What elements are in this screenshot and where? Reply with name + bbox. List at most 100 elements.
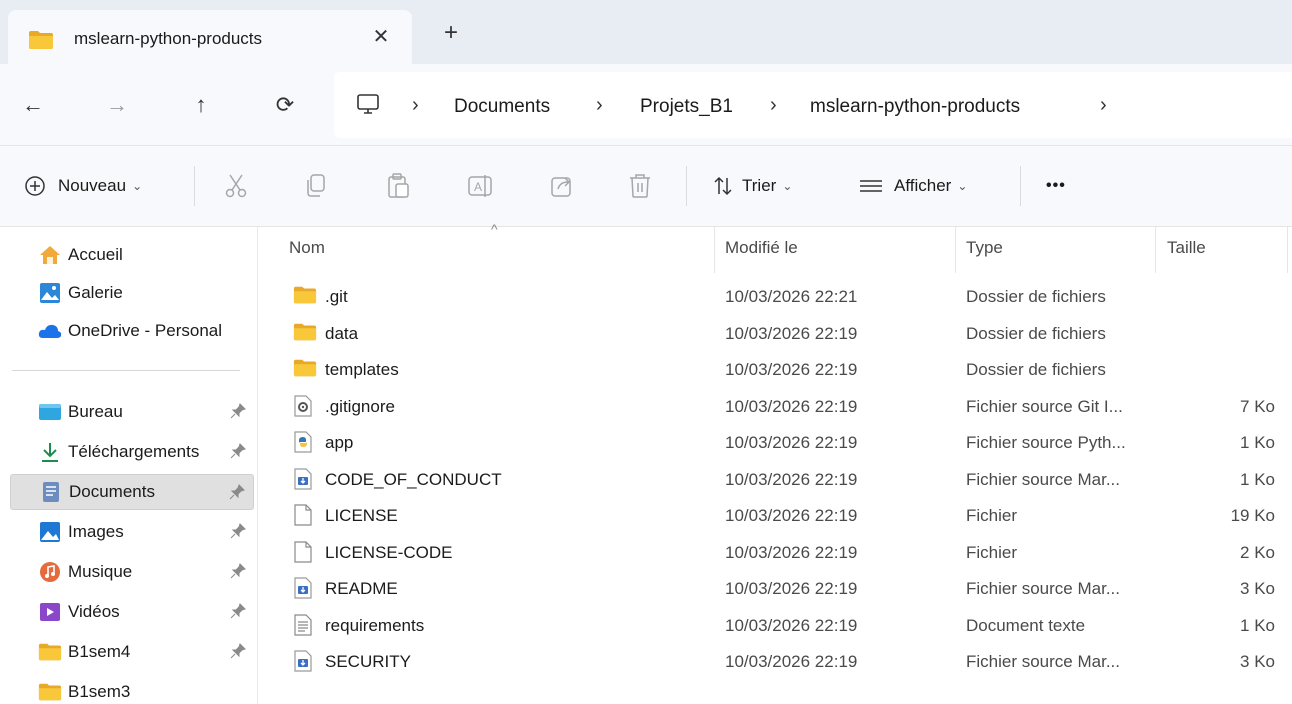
- videos-icon: [38, 600, 62, 624]
- pin-icon[interactable]: [230, 443, 246, 459]
- this-pc-icon: [357, 94, 379, 114]
- back-button[interactable]: ←: [18, 90, 48, 120]
- sidebar-item-bureau[interactable]: Bureau: [10, 394, 254, 430]
- file-size: 2 Ko: [1240, 542, 1275, 562]
- view-icon: [860, 180, 882, 192]
- file-type: Fichier source Mar...: [966, 579, 1120, 598]
- divider: [12, 370, 240, 371]
- pin-icon[interactable]: [230, 563, 246, 579]
- command-bar: Nouveau ⌄ A Trier ⌄ Afficher ⌄ •••: [0, 146, 1292, 226]
- sidebar-item-onedrive[interactable]: OneDrive - Personal: [10, 313, 254, 349]
- table-row[interactable]: .git 10/03/2026 22:21 Dossier de fichiers: [259, 279, 1292, 315]
- file-type: Dossier de fichiers: [966, 287, 1106, 306]
- forward-button[interactable]: →: [102, 90, 132, 120]
- copy-icon[interactable]: [302, 172, 330, 200]
- sidebar-item-galerie[interactable]: Galerie: [10, 275, 254, 311]
- column-divider[interactable]: [1287, 227, 1288, 273]
- column-header-type[interactable]: Type: [966, 238, 1003, 258]
- divider: [1020, 166, 1021, 206]
- new-button[interactable]: Nouveau ⌄: [24, 170, 142, 202]
- pin-icon[interactable]: [230, 603, 246, 619]
- breadcrumb-documents[interactable]: Documents: [454, 96, 550, 118]
- chevron-down-icon: ⌄: [957, 179, 968, 193]
- column-divider[interactable]: [714, 227, 715, 273]
- file-size: 3 Ko: [1240, 579, 1275, 598]
- paste-icon[interactable]: [384, 172, 412, 200]
- file-size: 1 Ko: [1240, 433, 1275, 452]
- pin-icon[interactable]: [230, 643, 246, 659]
- cut-icon[interactable]: [222, 172, 250, 200]
- sidebar-item-accueil[interactable]: Accueil: [10, 237, 254, 273]
- sidebar-item-b1sem3[interactable]: B1sem3: [10, 674, 254, 704]
- file-name: .gitignore: [325, 396, 395, 416]
- column-header-modified[interactable]: Modifié le: [725, 238, 798, 258]
- table-row[interactable]: data 10/03/2026 22:19 Dossier de fichiers: [259, 316, 1292, 352]
- folder-icon: [293, 322, 317, 346]
- up-button[interactable]: ↑: [186, 90, 216, 120]
- delete-icon[interactable]: [626, 172, 654, 200]
- table-row[interactable]: LICENSE-CODE 10/03/2026 22:19 Fichier 2 Ko: [259, 535, 1292, 571]
- file-name: LICENSE-CODE: [325, 542, 453, 562]
- chevron-down-icon: ⌄: [782, 179, 793, 193]
- navigation-bar: ← → ↑ ⟳ › Documents › Projets_B1 › mslea…: [0, 64, 1292, 146]
- file-name: app: [325, 433, 354, 452]
- file-size: 3 Ko: [1240, 652, 1275, 671]
- view-button[interactable]: Afficher ⌄: [858, 170, 967, 202]
- python-file-icon: [293, 431, 317, 455]
- table-row[interactable]: SECURITY 10/03/2026 22:19 Fichier source M…: [259, 644, 1292, 680]
- file-name: data: [325, 323, 359, 343]
- new-tab-button[interactable]: +: [436, 20, 466, 50]
- file-modified: 10/03/2026 22:19: [725, 506, 858, 525]
- table-row[interactable]: app 10/03/2026 22:19 Fichier source Pyth..…: [259, 425, 1292, 461]
- breadcrumb-separator: ›: [1100, 94, 1107, 116]
- pin-icon[interactable]: [230, 523, 246, 539]
- column-header-size[interactable]: Taille: [1167, 238, 1206, 258]
- sidebar-item-musique[interactable]: Musique: [10, 554, 254, 590]
- table-row[interactable]: LICENSE 10/03/2026 22:19 Fichier 19 Ko: [259, 498, 1292, 534]
- sidebar-item-documents[interactable]: Documents: [10, 474, 254, 510]
- close-tab-icon[interactable]: ✕: [368, 24, 394, 50]
- sort-button[interactable]: Trier ⌄: [712, 170, 792, 202]
- column-divider[interactable]: [955, 227, 956, 273]
- download-icon: [38, 440, 62, 464]
- refresh-button[interactable]: ⟳: [270, 90, 300, 120]
- file-size: 1 Ko: [1240, 469, 1275, 489]
- chevron-down-icon: ⌄: [132, 179, 143, 193]
- file-modified: 10/03/2026 22:19: [725, 396, 858, 416]
- sidebar-item-images[interactable]: Images: [10, 514, 254, 550]
- file-type: Document texte: [966, 615, 1086, 635]
- table-row[interactable]: .gitignore 10/03/2026 22:19 Fichier source…: [259, 389, 1292, 425]
- file-name: .git: [325, 287, 348, 306]
- address-bar[interactable]: › Documents › Projets_B1 › mslearn-pytho…: [334, 72, 1292, 138]
- sidebar-item-videos[interactable]: Vidéos: [10, 594, 254, 630]
- breadcrumb-projets-b1[interactable]: Projets_B1: [640, 96, 733, 118]
- sort-ascending-icon: ^: [491, 221, 498, 237]
- breadcrumb-separator: ›: [770, 94, 777, 116]
- column-divider[interactable]: [1155, 227, 1156, 273]
- more-options-button[interactable]: •••: [1046, 170, 1066, 202]
- pin-icon[interactable]: [230, 403, 246, 419]
- table-row[interactable]: templates 10/03/2026 22:19 Dossier de fich…: [259, 352, 1292, 388]
- table-row[interactable]: README 10/03/2026 22:19 Fichier source Mar…: [259, 571, 1292, 607]
- tab-active[interactable]: mslearn-python-products ✕: [8, 10, 412, 64]
- sidebar-item-b1sem4[interactable]: B1sem4: [10, 634, 254, 670]
- pin-icon[interactable]: [229, 484, 245, 500]
- share-icon[interactable]: [548, 172, 576, 200]
- home-icon: [38, 243, 62, 267]
- view-label: Afficher: [894, 176, 952, 195]
- breadcrumb-mslearn-python-products[interactable]: mslearn-python-products: [810, 96, 1020, 118]
- folder-icon: [38, 640, 62, 664]
- music-icon: [38, 560, 62, 584]
- column-header-name[interactable]: Nom: [289, 238, 325, 258]
- table-row[interactable]: requirements 10/03/2026 22:19 Document tex…: [259, 608, 1292, 644]
- text-file-icon: [293, 613, 317, 638]
- file-modified: 10/03/2026 22:21: [725, 287, 858, 306]
- markdown-file-icon: [293, 577, 317, 601]
- file-type: Dossier de fichiers: [966, 360, 1106, 379]
- sidebar-item-telechargements[interactable]: Téléchargements: [10, 434, 254, 470]
- folder-icon: [29, 31, 53, 49]
- file-modified: 10/03/2026 22:19: [725, 433, 858, 452]
- table-row[interactable]: CODE_OF_CONDUCT 10/03/2026 22:19 Fichier s…: [259, 462, 1292, 498]
- rename-icon[interactable]: A: [466, 172, 494, 200]
- file-icon: [293, 504, 317, 528]
